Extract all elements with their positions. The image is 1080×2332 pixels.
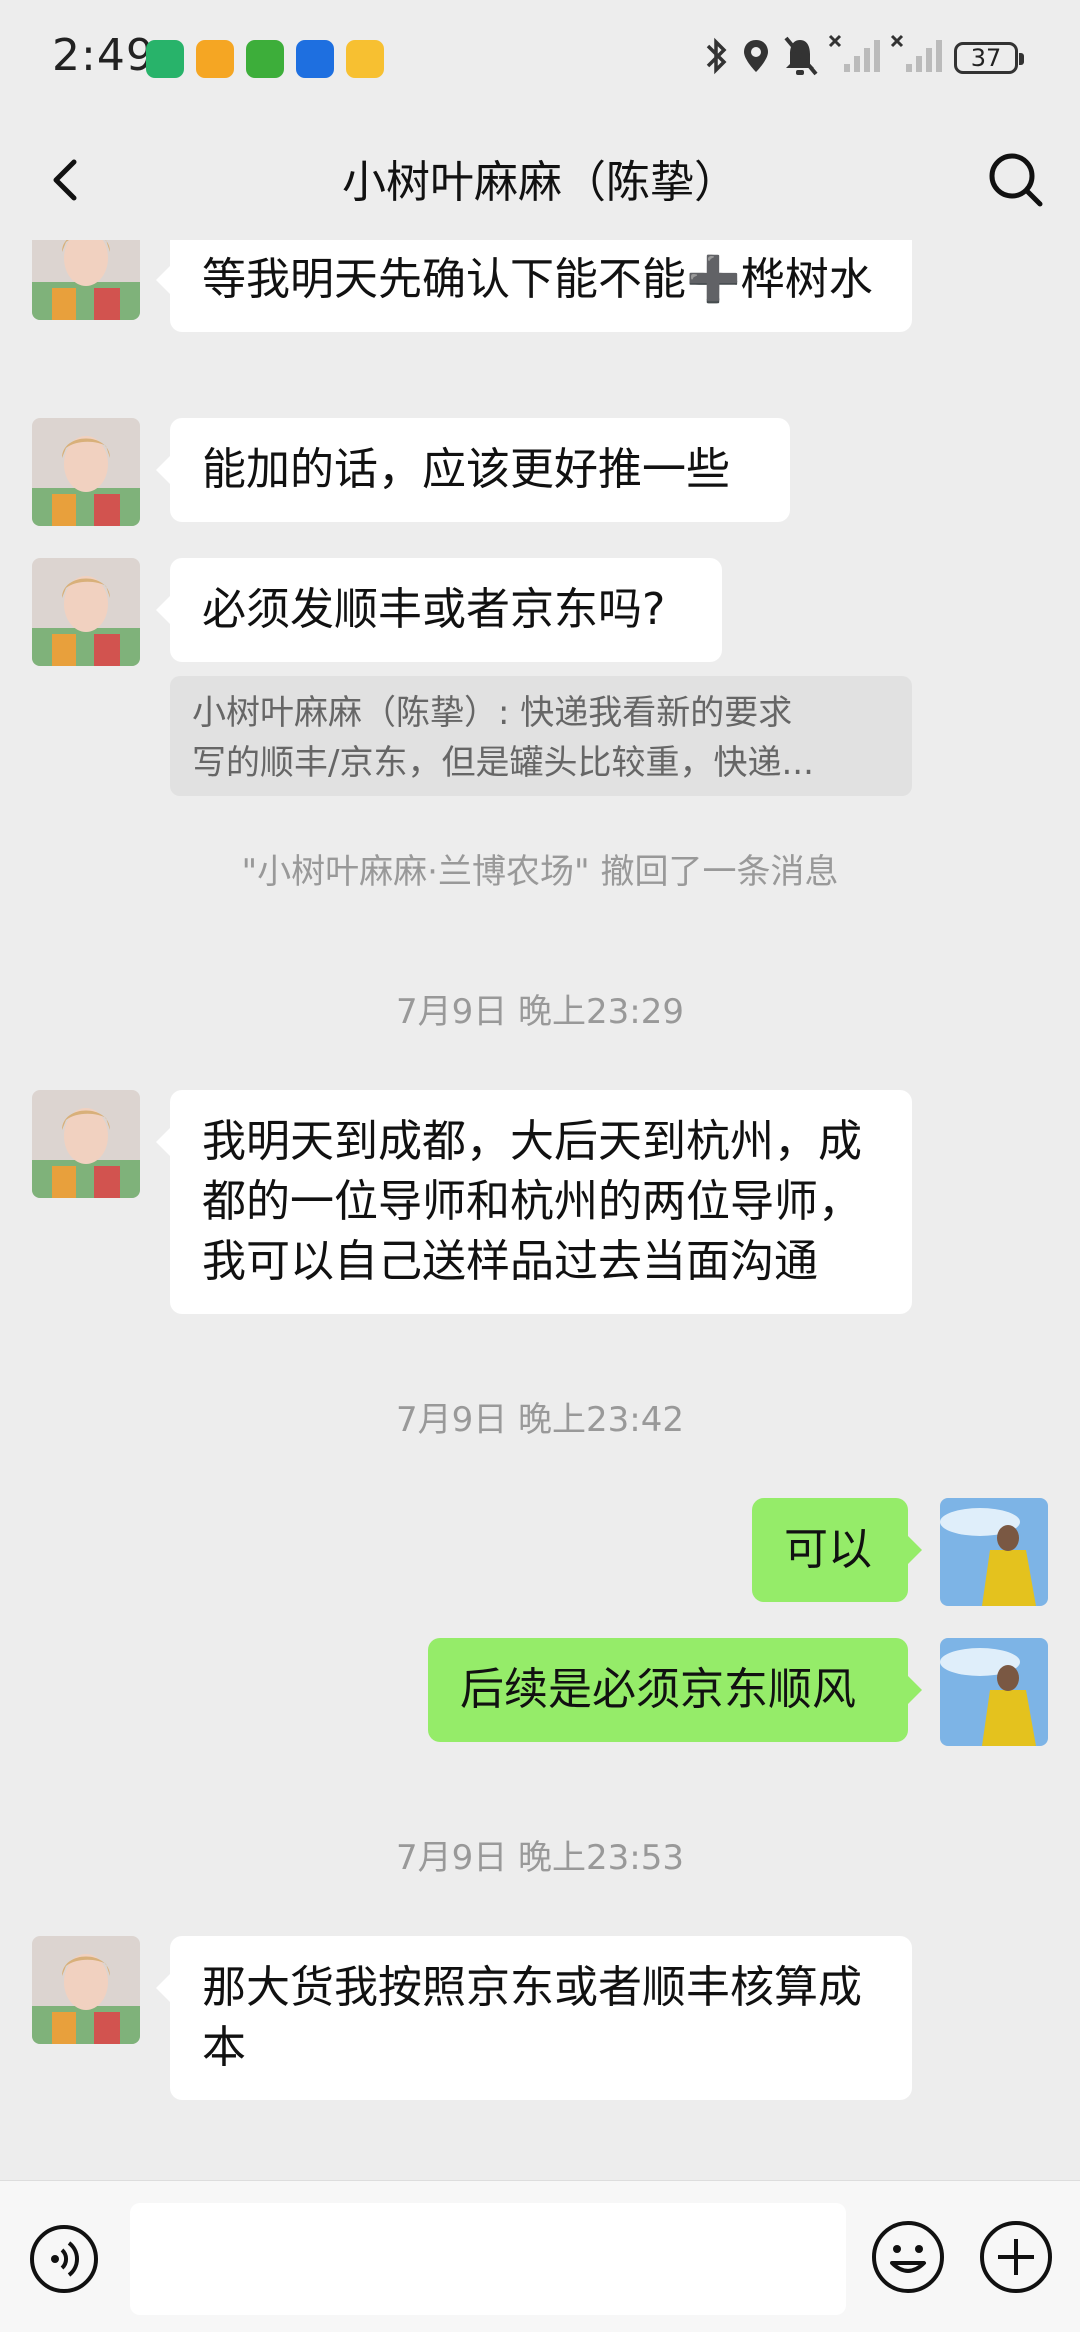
message-text: 那大货我按照京东或者顺丰核算成本 xyxy=(202,1962,862,2073)
timestamp: 7月9日 晚上23:29 xyxy=(395,992,685,1032)
location-icon xyxy=(744,40,768,72)
avatar[interactable] xyxy=(32,1090,140,1198)
quoted-message[interactable]: 小树叶麻麻（陈挚）: 快递我看新的要求 写的顺丰/京东，但是罐头比较重，快递..… xyxy=(170,676,912,796)
bluetooth-icon xyxy=(706,37,727,75)
message-bubble[interactable]: 必须发顺丰或者京东吗? xyxy=(156,558,722,662)
message-text: 能加的话，应该更好推一些 xyxy=(202,444,730,495)
battery-indicator: 37 xyxy=(954,42,1024,74)
message-text: 必须发顺丰或者京东吗? xyxy=(202,584,666,635)
chat-header: 小树叶麻麻（陈挚） xyxy=(0,120,1080,240)
chevron-left-icon[interactable] xyxy=(36,150,96,210)
emoji-icon[interactable] xyxy=(870,2219,946,2295)
message-bubble[interactable]: 等我明天先确认下能不能➕桦树水 xyxy=(156,240,912,332)
avatar[interactable] xyxy=(32,1936,140,2044)
message-text: 可以 xyxy=(784,1524,872,1575)
status-bar: 2:49 37 xyxy=(0,0,1080,120)
timestamp: 7月9日 晚上23:42 xyxy=(395,1400,685,1440)
message-input[interactable] xyxy=(130,2203,846,2315)
mute-icon xyxy=(784,36,818,76)
my-avatar[interactable] xyxy=(940,1498,1048,1606)
app-yellow-icon xyxy=(346,40,384,78)
quote-line-1: 小树叶麻麻（陈挚）: 快递我看新的要求 xyxy=(192,693,793,733)
message-bubble[interactable]: 那大货我按照京东或者顺丰核算成本 xyxy=(156,1936,912,2100)
status-time: 2:49 xyxy=(52,30,155,81)
message-text: 我明天到成都，大后天到杭州，成都的一位导师和杭州的两位导师，我可以自己送样品过去… xyxy=(202,1116,862,1287)
avatar[interactable] xyxy=(32,240,140,320)
chat-title: 小树叶麻麻（陈挚） xyxy=(342,157,738,208)
timestamp: 7月9日 晚上23:53 xyxy=(395,1838,685,1878)
message-bubble[interactable]: 能加的话，应该更好推一些 xyxy=(156,418,790,522)
my-message-bubble[interactable]: 后续是必须京东顺风 xyxy=(428,1638,922,1742)
signal-icon-1 xyxy=(828,34,880,72)
my-avatar[interactable] xyxy=(940,1638,1048,1746)
input-bar xyxy=(0,2180,1080,2332)
plus-icon[interactable] xyxy=(978,2219,1054,2295)
message-text: 后续是必须京东顺风 xyxy=(460,1664,856,1715)
app-meituan-icon xyxy=(246,40,284,78)
avatar[interactable] xyxy=(32,558,140,666)
app-orange-icon xyxy=(196,40,234,78)
avatar[interactable] xyxy=(32,418,140,526)
search-icon[interactable] xyxy=(982,146,1048,212)
app-green-icon xyxy=(146,40,184,78)
message-bubble[interactable]: 我明天到成都，大后天到杭州，成都的一位导师和杭州的两位导师，我可以自己送样品过去… xyxy=(156,1090,912,1314)
quote-line-2: 写的顺丰/京东，但是罐头比较重，快递... xyxy=(192,743,814,783)
voice-icon[interactable] xyxy=(28,2223,100,2295)
app-plane-icon xyxy=(296,40,334,78)
message-list[interactable]: 等我明天先确认下能不能➕桦树水 能加的话，应该更好推一些 必须发顺丰或者京东吗?… xyxy=(0,240,1080,2180)
signal-icon-2 xyxy=(890,34,942,72)
recall-notice: "小树叶麻麻·兰博农场" 撤回了一条消息 xyxy=(241,852,839,892)
message-text: 等我明天先确认下能不能➕桦树水 xyxy=(202,254,873,305)
my-message-bubble[interactable]: 可以 xyxy=(752,1498,922,1602)
